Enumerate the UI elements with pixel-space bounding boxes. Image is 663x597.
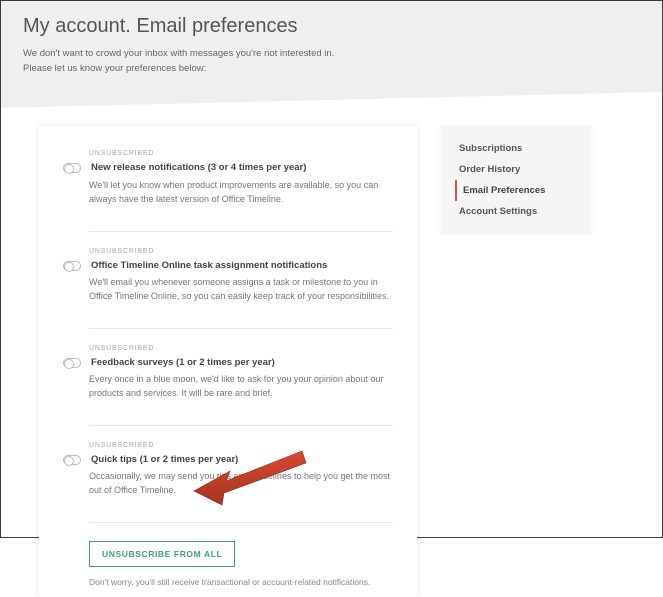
status-label: UNSUBSCRIBED [89, 248, 393, 255]
toggle-switch[interactable] [63, 163, 81, 173]
divider [89, 425, 393, 426]
content-wrap: UNSUBSCRIBED New release notifications (… [1, 100, 662, 597]
toggle-switch[interactable] [63, 261, 81, 271]
divider [89, 328, 393, 329]
divider [89, 231, 393, 232]
pref-desc: We'll let you know when product improvem… [89, 179, 393, 207]
pref-title: Feedback surveys (1 or 2 times per year) [91, 356, 275, 369]
pref-item: UNSUBSCRIBED Office Timeline Online task… [63, 242, 393, 318]
divider [89, 522, 393, 523]
footnote: Don't worry, you'll still receive transa… [89, 577, 393, 587]
pref-desc: Every once in a blue moon, we'd like to … [89, 373, 393, 401]
pref-desc: We'll email you whenever someone assigns… [89, 276, 393, 304]
pref-item: UNSUBSCRIBED Feedback surveys (1 or 2 ti… [63, 339, 393, 415]
page-subtitle-2: Please let us know your preferences belo… [23, 61, 640, 76]
sidebar-item-order-history[interactable]: Order History [455, 159, 577, 180]
toggle-switch[interactable] [63, 455, 81, 465]
preferences-card: UNSUBSCRIBED New release notifications (… [39, 126, 417, 597]
pref-item: UNSUBSCRIBED New release notifications (… [63, 144, 393, 220]
pref-desc: Occasionally, we may send you tips and g… [89, 470, 393, 498]
status-label: UNSUBSCRIBED [89, 442, 393, 449]
page-header: My account. Email preferences We don't w… [1, 1, 662, 100]
page-subtitle-1: We don't want to crowd your inbox with m… [23, 46, 640, 61]
status-label: UNSUBSCRIBED [89, 150, 393, 157]
sidebar-item-subscriptions[interactable]: Subscriptions [455, 138, 577, 159]
sidebar-nav: Subscriptions Order History Email Prefer… [441, 126, 591, 234]
toggle-switch[interactable] [63, 358, 81, 368]
unsubscribe-all-button[interactable]: UNSUBSCRIBE FROM ALL [89, 541, 235, 567]
pref-title: Office Timeline Online task assignment n… [91, 259, 327, 272]
pref-title: Quick tips (1 or 2 times per year) [91, 453, 238, 466]
status-label: UNSUBSCRIBED [89, 345, 393, 352]
pref-item: UNSUBSCRIBED Quick tips (1 or 2 times pe… [63, 436, 393, 512]
pref-title: New release notifications (3 or 4 times … [91, 161, 306, 174]
sidebar-item-email-preferences[interactable]: Email Preferences [455, 180, 577, 201]
page-title: My account. Email preferences [23, 15, 640, 38]
sidebar-item-account-settings[interactable]: Account Settings [455, 201, 577, 222]
